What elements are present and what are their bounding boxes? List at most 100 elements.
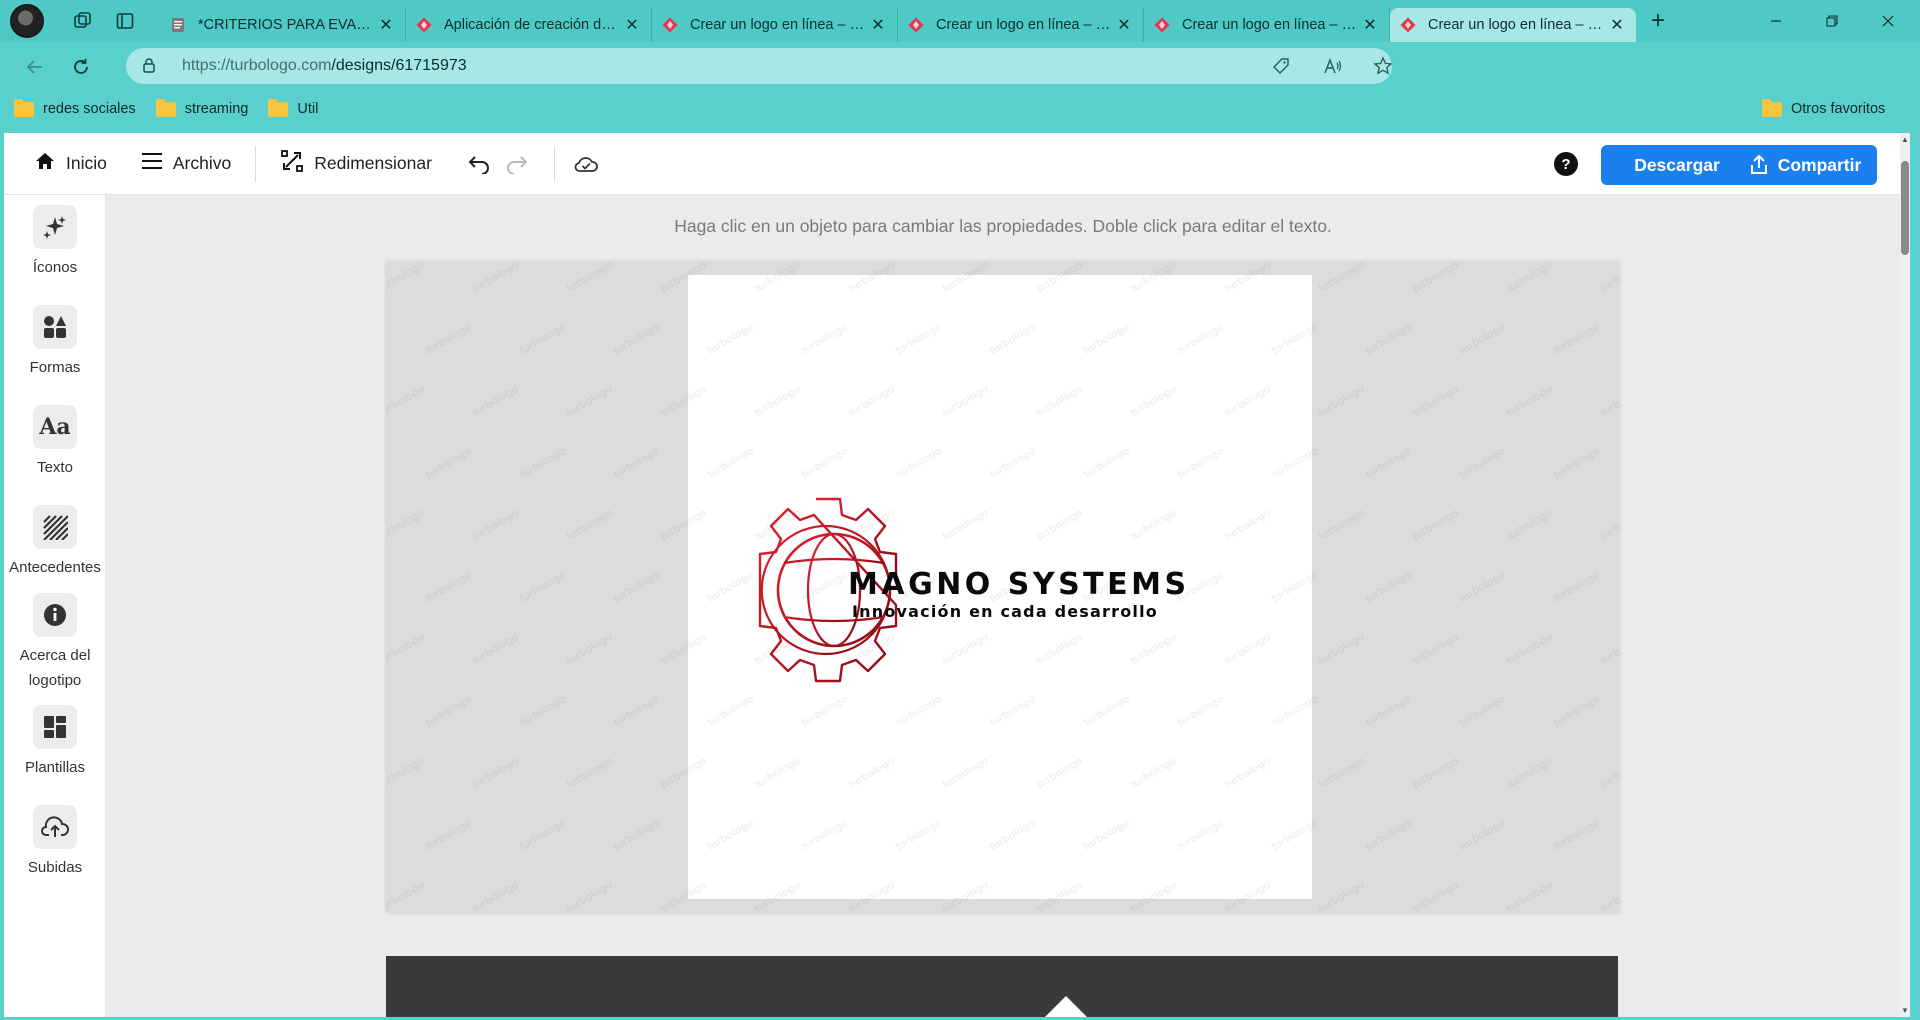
- scrollbar-thumb[interactable]: [1901, 161, 1909, 255]
- new-tab-button[interactable]: +: [1636, 0, 1680, 42]
- watermark-text: turbologo: [1598, 754, 1620, 792]
- sidebar-item-about-logo[interactable]: Acerca del logotipo: [4, 593, 106, 693]
- lock-icon[interactable]: [142, 57, 160, 76]
- scroll-up-arrow[interactable]: ▲: [1900, 135, 1910, 144]
- browser-tab[interactable]: Crear un logo en línea – Crear ✕: [1144, 8, 1390, 42]
- webpage-viewport: Inicio Archivo Redimensionar ? Descargar: [4, 133, 1910, 1017]
- browser-tab[interactable]: Crear un logo en línea – Crear ✕: [898, 8, 1144, 42]
- bookmark-folder[interactable]: streaming: [155, 98, 249, 117]
- logo-title-text[interactable]: MAGNO SYSTEMS: [848, 567, 1190, 602]
- home-button[interactable]: Inicio: [34, 144, 107, 184]
- bookmark-label: streaming: [184, 101, 249, 117]
- watermark-text: turbologo: [386, 630, 427, 668]
- refresh-button[interactable]: [60, 46, 102, 88]
- sidebar-item-icons[interactable]: Íconos: [4, 205, 106, 280]
- watermark-text: turbologo: [564, 754, 615, 792]
- bookmark-folder[interactable]: redes sociales: [14, 98, 136, 117]
- logo-slogan-text[interactable]: Innovación en cada desarrollo: [852, 602, 1158, 621]
- bookmark-folder[interactable]: Util: [268, 98, 318, 117]
- watermark-text: turbologo: [1551, 816, 1602, 854]
- download-button[interactable]: Descargar: [1601, 145, 1753, 185]
- tools-sidebar: Íconos Formas Aa Texto Antecedentes Acer…: [4, 195, 106, 1017]
- price-tag-icon[interactable]: [1266, 54, 1296, 78]
- resize-button[interactable]: Redimensionar: [280, 144, 432, 184]
- tab-title: Crear un logo en línea – Crear: [690, 17, 869, 33]
- folder-icon: [14, 98, 34, 117]
- tab-title: Aplicación de creación de logos: [444, 17, 623, 33]
- upload-icon: [33, 805, 77, 849]
- close-tab-icon[interactable]: ✕: [1115, 15, 1133, 35]
- other-favorites-folder[interactable]: Otros favoritos: [1762, 98, 1885, 117]
- watermark-text: turbologo: [1410, 382, 1461, 420]
- folder-icon: [155, 98, 176, 117]
- watermark-text: turbologo: [1457, 692, 1508, 730]
- tab-actions-icon[interactable]: [104, 0, 146, 42]
- watermark-text: turbologo: [611, 816, 662, 854]
- sidebar-label: Texto: [37, 459, 73, 476]
- scroll-down-arrow[interactable]: ▼: [1900, 1006, 1910, 1015]
- watermark-text: turbologo: [611, 444, 662, 482]
- undo-icon: [468, 155, 489, 174]
- watermark-text: turbologo: [1410, 506, 1461, 544]
- profile-avatar[interactable]: [10, 4, 44, 38]
- restore-button[interactable]: [1804, 0, 1860, 42]
- info-icon: [33, 593, 77, 637]
- logo-artboard[interactable]: MAGNO SYSTEMS Innovación en cada desarro…: [688, 275, 1312, 899]
- watermark-text: turbologo: [470, 878, 521, 913]
- sidebar-label: Plantillas: [24, 759, 86, 776]
- watermark-text: turbologo: [470, 754, 521, 792]
- sidebar-label: Subidas: [27, 859, 83, 876]
- browser-tab[interactable]: Crear un logo en línea – Crear ✕: [652, 8, 898, 42]
- watermark-text: turbologo: [1363, 320, 1414, 358]
- sidebar-item-backgrounds[interactable]: Antecedentes: [4, 505, 106, 580]
- bookmarks-bar: redes sociales streaming Util Otros favo…: [0, 92, 1920, 126]
- sidebar-item-text[interactable]: Aa Texto: [4, 405, 106, 480]
- redo-button[interactable]: [498, 145, 536, 183]
- tab-title: Crear un logo en línea – Crear: [936, 17, 1115, 33]
- watermark-text: turbologo: [470, 630, 521, 668]
- redo-icon: [506, 155, 528, 174]
- sidebar-item-templates[interactable]: Plantillas: [4, 705, 106, 780]
- help-icon[interactable]: ?: [1554, 152, 1578, 176]
- watermark-text: turbologo: [1410, 630, 1461, 668]
- browser-tab-active[interactable]: Crear un logo en línea – Crear ✕: [1390, 8, 1636, 42]
- close-tab-icon[interactable]: ✕: [1608, 15, 1626, 35]
- favorite-star-icon[interactable]: [1368, 54, 1398, 78]
- url-text[interactable]: https://turbologo.com/designs/61715973: [182, 57, 467, 75]
- watermark-text: turbologo: [564, 261, 615, 296]
- watermark-text: turbologo: [1316, 261, 1367, 296]
- watermark-text: turbologo: [1410, 261, 1461, 296]
- page-scrollbar[interactable]: ▲ ▼: [1900, 133, 1910, 1017]
- folder-icon: [1762, 98, 1782, 117]
- read-aloud-icon[interactable]: [1318, 54, 1348, 78]
- sidebar-item-uploads[interactable]: Subidas: [4, 805, 106, 880]
- url-path: /designs/61715973: [331, 57, 467, 74]
- close-tab-icon[interactable]: ✕: [1361, 15, 1379, 35]
- watermark-text: turbologo: [386, 878, 427, 913]
- canvas-board[interactable]: MAGNO SYSTEMS Innovación en cada desarro…: [386, 261, 1620, 913]
- watermark-text: turbologo: [423, 692, 474, 730]
- share-button[interactable]: Compartir: [1734, 145, 1877, 185]
- sidebar-item-shapes[interactable]: Formas: [4, 305, 106, 380]
- watermark-text: turbologo: [423, 816, 474, 854]
- back-button[interactable]: [14, 46, 56, 88]
- turbologo-icon: [1400, 17, 1416, 33]
- undo-button[interactable]: [460, 145, 498, 183]
- preview-shape: [1044, 996, 1088, 1017]
- watermark-text: turbologo: [1551, 568, 1602, 606]
- workspaces-icon[interactable]: [62, 0, 104, 42]
- browser-tab[interactable]: *CRITERIOS PARA EVALUAR ✕: [160, 8, 406, 42]
- address-bar[interactable]: https://turbologo.com/designs/61715973: [126, 48, 1393, 84]
- minimize-button[interactable]: [1748, 0, 1804, 42]
- watermark-text: turbologo: [517, 568, 568, 606]
- close-tab-icon[interactable]: ✕: [377, 15, 395, 35]
- close-tab-icon[interactable]: ✕: [869, 15, 887, 35]
- watermark-text: turbologo: [1316, 878, 1367, 913]
- watermark-text: turbologo: [1551, 320, 1602, 358]
- file-menu-button[interactable]: Archivo: [141, 144, 231, 184]
- watermark-text: turbologo: [470, 382, 521, 420]
- browser-tab[interactable]: Aplicación de creación de logos ✕: [406, 8, 652, 42]
- close-window-button[interactable]: [1860, 0, 1916, 42]
- close-tab-icon[interactable]: ✕: [623, 15, 641, 35]
- cloud-save-status[interactable]: [567, 145, 605, 183]
